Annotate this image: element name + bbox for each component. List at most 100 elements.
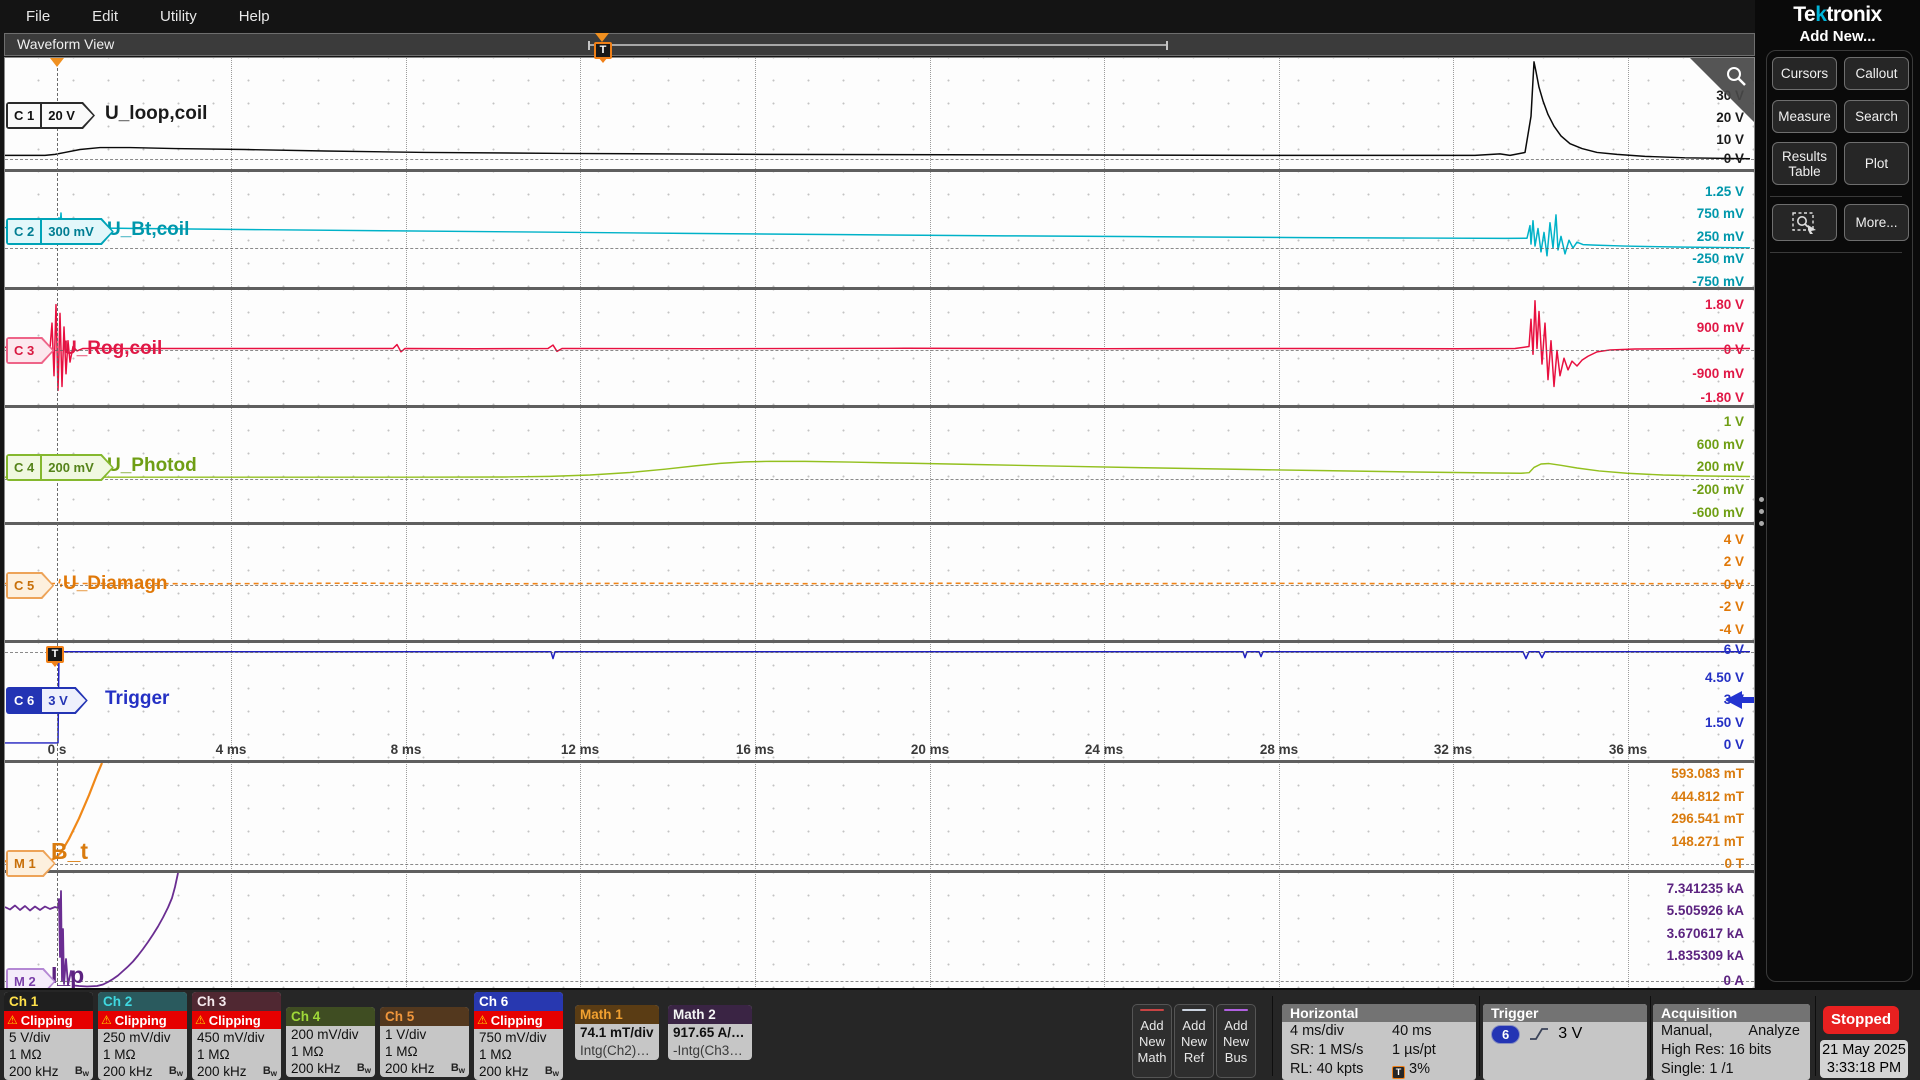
magnifier-icon xyxy=(1727,67,1746,86)
channel-2-settings-badge[interactable]: Ch 2 ⚠ Clipping 250 mV/div 1 MΩ 200 kHz Bw xyxy=(98,992,187,1080)
trigger-position-marker-icon[interactable] xyxy=(50,58,64,67)
y-axis-label: 3.670617 kA xyxy=(1666,926,1744,941)
trigger-level: 3 V xyxy=(1558,1025,1583,1042)
channel-2-name: U_Bt,coil xyxy=(107,219,190,240)
y-axis-label: 0 V xyxy=(1723,151,1744,166)
date-time-display: 21 May 2025 3:33:18 PM xyxy=(1820,1040,1908,1078)
y-axis-label: 1.25 V xyxy=(1704,184,1744,199)
panel-drag-handle[interactable] xyxy=(1759,497,1764,502)
math-2-expression: -Intg(Ch3… xyxy=(673,1043,743,1058)
more-button[interactable]: More... xyxy=(1844,204,1909,241)
callout-button[interactable]: Callout xyxy=(1844,57,1909,90)
add-new-ref-button[interactable]: Add New Ref xyxy=(1174,1004,1214,1078)
bar-separator xyxy=(1815,996,1816,1076)
ground-line xyxy=(5,248,1754,249)
trigger-level-arrow-icon[interactable] xyxy=(1725,691,1742,709)
trigger-panel[interactable]: Trigger 6 3 V xyxy=(1483,1004,1647,1080)
channel-5-slice xyxy=(5,525,1754,643)
panel-divider xyxy=(1770,196,1902,197)
y-axis-label: -2 V xyxy=(1719,599,1744,614)
channel-6-badge[interactable]: C 6 3 V xyxy=(6,687,88,714)
menu-item-file[interactable]: File xyxy=(26,8,50,25)
trigger-source-pin-icon[interactable]: T xyxy=(46,646,64,663)
channel-2-badge[interactable]: C 2 300 mV xyxy=(6,218,114,245)
channel-5-settings-badge[interactable]: Ch 5 1 V/div 1 MΩ 200 kHz Bw xyxy=(380,1007,469,1077)
y-axis-label: -900 mV xyxy=(1692,366,1744,381)
trigger-position-icon: T xyxy=(1392,1066,1405,1079)
horizontal-panel[interactable]: Horizontal 4 ms/div 40 ms SR: 1 MS/s 1 µs/… xyxy=(1282,1004,1476,1080)
search-button[interactable]: Search xyxy=(1844,100,1909,133)
horizontal-position-bar[interactable] xyxy=(588,41,1168,50)
y-axis-label: -4 V xyxy=(1719,622,1744,637)
channel-6-settings-title: Ch 6 xyxy=(474,992,563,1011)
channel-3-bandwidth: 200 kHz Bw xyxy=(192,1063,281,1080)
y-axis-label: 7.341235 kA xyxy=(1666,881,1744,896)
channel-5-name: U_Diamagn xyxy=(63,573,168,594)
oscilloscope-screen: { "menu": {"items": ["File", "Edit", "Ut… xyxy=(0,0,1920,1080)
math-1-badge-id: M 1 xyxy=(14,856,36,871)
add-new-math-button[interactable]: Add New Math xyxy=(1132,1004,1172,1078)
trigger-level-arrow-tail xyxy=(1742,697,1754,703)
channel-6-badge-id: C 6 xyxy=(8,689,40,712)
channel-1-trace xyxy=(5,61,1751,160)
channel-5-badge-id: C 5 xyxy=(14,578,35,593)
zoom-select-icon xyxy=(1791,211,1816,234)
zoom-select-button[interactable] xyxy=(1772,204,1837,241)
math-2-scale: 917.65 A/… xyxy=(673,1025,745,1040)
horizontal-scale: 4 ms/div xyxy=(1290,1023,1344,1039)
channel-4-settings-badge[interactable]: Ch 4 200 mV/div 1 MΩ 200 kHz Bw xyxy=(286,1007,375,1077)
measure-button[interactable]: Measure xyxy=(1772,100,1837,133)
math-2-name: I_p xyxy=(51,962,85,988)
plot-button[interactable]: Plot xyxy=(1844,142,1909,185)
channel-4-badge[interactable]: C 4 200 mV xyxy=(6,454,114,481)
y-axis-label: -600 mV xyxy=(1692,505,1744,520)
channel-2-badge-id: C 2 xyxy=(14,224,35,239)
channel-3-settings-badge[interactable]: Ch 3 ⚠ Clipping 450 mV/div 1 MΩ 200 kHz Bw xyxy=(192,992,281,1080)
y-axis-label: 0 V xyxy=(1723,577,1744,592)
cursors-button[interactable]: Cursors xyxy=(1772,57,1837,90)
ground-line xyxy=(5,479,1754,480)
channel-2-settings-title: Ch 2 xyxy=(98,992,187,1011)
channel-1-clipping-warning: ⚠ Clipping xyxy=(4,1011,93,1029)
y-axis-label: 0 V xyxy=(1723,737,1744,752)
channel-1-badge-id: C 1 xyxy=(14,108,35,123)
channel-1-slice xyxy=(5,58,1754,172)
add-new-bus-button[interactable]: Add New Bus xyxy=(1216,1004,1256,1078)
trigger-pin-icon[interactable]: T xyxy=(594,42,612,59)
y-axis-label: -250 mV xyxy=(1692,251,1744,266)
acquisition-panel-title: Acquisition xyxy=(1653,1004,1810,1022)
waveform-view-header: Waveform View T xyxy=(4,33,1755,59)
channel-3-trace xyxy=(5,299,1750,392)
x-axis-tick: 20 ms xyxy=(910,742,950,757)
results-table-button[interactable]: Results Table xyxy=(1772,142,1837,185)
y-axis-label: 750 mV xyxy=(1696,206,1744,221)
trigger-panel-title: Trigger xyxy=(1483,1004,1647,1022)
y-axis-label: -1.80 V xyxy=(1700,390,1744,405)
channel-6-settings-badge[interactable]: Ch 6 ⚠ Clipping 750 mV/div 1 MΩ 200 kHz Bw xyxy=(474,992,563,1080)
math-2-settings-badge[interactable]: Math 2 917.65 A/… -Intg(Ch3… xyxy=(668,1005,752,1060)
channel-1-settings-badge[interactable]: Ch 1 ⚠ Clipping 5 V/div 1 MΩ 200 kHz Bw xyxy=(4,992,93,1080)
channel-2-bandwidth: 200 kHz Bw xyxy=(98,1063,187,1080)
menu-item-utility[interactable]: Utility xyxy=(160,8,197,25)
math-2-slice xyxy=(5,873,1754,989)
channel-1-badge[interactable]: C 1 20 V xyxy=(6,102,95,129)
run-stop-status-button[interactable]: Stopped xyxy=(1823,1006,1899,1034)
math-1-scale: 74.1 mT/div xyxy=(580,1025,654,1040)
acquisition-panel[interactable]: Acquisition Manual, Analyze High Res: 16 … xyxy=(1653,1004,1810,1080)
acquisition-count: Single: 1 /1 xyxy=(1661,1061,1734,1077)
bar-separator xyxy=(1272,996,1273,1076)
math-1-settings-badge[interactable]: Math 1 74.1 mT/div Intg(Ch2)… xyxy=(575,1005,659,1060)
bar-separator xyxy=(1479,996,1480,1076)
y-axis-label: 593.083 mT xyxy=(1671,766,1744,781)
acquisition-analyze: Analyze xyxy=(1748,1023,1800,1039)
channel-4-bandwidth: 200 kHz Bw xyxy=(286,1060,375,1077)
menu-item-help[interactable]: Help xyxy=(239,8,270,25)
horizontal-window: 40 ms xyxy=(1392,1023,1432,1039)
channel-3-impedance: 1 MΩ xyxy=(197,1047,230,1062)
y-axis-label: 2 V xyxy=(1723,554,1744,569)
y-axis-label: 0 V xyxy=(1723,342,1744,357)
menu-item-edit[interactable]: Edit xyxy=(92,8,118,25)
warning-icon: ⚠ xyxy=(195,1013,206,1027)
channel-6-impedance: 1 MΩ xyxy=(479,1047,512,1062)
tektronix-logo: Tektronix xyxy=(1793,3,1882,26)
